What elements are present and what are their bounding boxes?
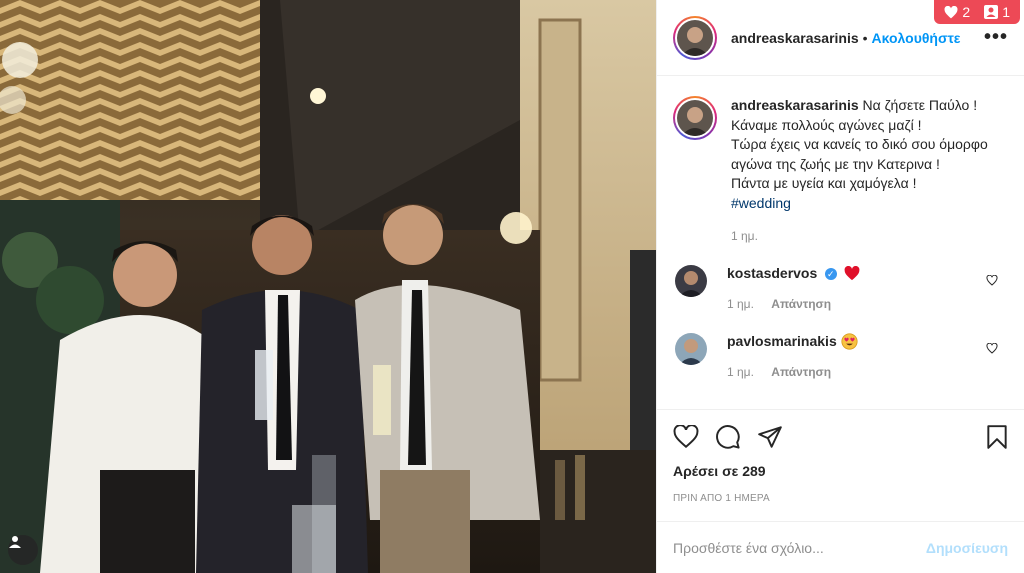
comment-button[interactable] [715, 424, 741, 450]
reply-button[interactable]: Απάντηση [771, 297, 831, 311]
person-icon [984, 5, 999, 19]
follow-notification-count: 1 [1002, 4, 1010, 20]
comment-meta: 1 ημ. Απάντηση [727, 297, 860, 311]
comment-item: kostasdervos ✓ 1 ημ. Απάντηση [673, 265, 1008, 311]
post-date[interactable]: ΠΡΙΝ ΑΠΟ 1 ΗΜΕΡΑ [657, 485, 1024, 521]
save-button[interactable] [986, 424, 1008, 450]
comment-bubble-icon [716, 424, 740, 449]
caption-author-avatar[interactable] [673, 96, 717, 140]
author-avatar[interactable] [673, 15, 717, 60]
post-caption: andreaskarasarinis Να ζήσετε Παύλο ! Κάν… [673, 96, 1008, 243]
caption-meta: 1 ημ. [731, 229, 993, 243]
caption-line-4: Πάντα με υγεία και χαμόγελα ! [731, 175, 917, 191]
commenter-avatar[interactable] [675, 265, 707, 297]
profile-picture-icon [675, 265, 707, 297]
activity-notification[interactable]: 2 1 [934, 0, 1020, 24]
likes-notification-count: 2 [962, 4, 971, 20]
caption-line-2: Κάναμε πολλούς αγώνες μαζί ! [731, 116, 922, 133]
like-comment-heart-icon[interactable] [986, 275, 998, 286]
profile-picture-icon [677, 100, 713, 136]
follow-button[interactable]: Ακολουθήστε [872, 30, 961, 46]
caption-line-1: Να ζήσετε Παύλο ! [862, 97, 978, 113]
post-side-panel: 2 1 andreaskarasarinis • Ακολουθήστε •••… [656, 0, 1024, 573]
more-options-icon[interactable]: ••• [984, 26, 1008, 49]
tagged-people-button[interactable] [8, 535, 38, 565]
hashtag-link[interactable]: #wedding [731, 195, 791, 211]
comment-meta: 1 ημ. Απάντηση [727, 365, 858, 379]
commenter-avatar[interactable] [675, 333, 707, 365]
verified-badge-icon: ✓ [824, 267, 837, 280]
heart-icon [944, 5, 958, 18]
likes-count[interactable]: Αρέσει σε 289 [657, 463, 1024, 485]
caption-line-3: Τώρα έχεις να κανείς το δικό σου όμορφο … [731, 136, 988, 172]
like-comment-heart-icon[interactable] [986, 343, 998, 354]
commenter-username[interactable]: pavlosmarinakis [727, 333, 837, 349]
share-button[interactable] [757, 425, 783, 449]
author-username[interactable]: andreaskarasarinis [731, 30, 859, 46]
caption-username[interactable]: andreaskarasarinis [731, 97, 859, 113]
caption-text: andreaskarasarinis Να ζήσετε Παύλο ! Κάν… [731, 96, 993, 213]
post-comment-button[interactable]: Δημοσίευση [926, 540, 1008, 556]
post-photo[interactable] [0, 0, 656, 573]
reply-button[interactable]: Απάντηση [771, 365, 831, 379]
heart-outline-icon [673, 424, 699, 448]
commenter-username[interactable]: kostasdervos [727, 265, 817, 281]
red-heart-emoji-icon [844, 266, 860, 281]
profile-picture-icon [675, 333, 707, 365]
comment-item: pavlosmarinakis 1 ημ. Απάντηση [673, 333, 1008, 379]
comment-input[interactable] [673, 539, 926, 556]
bookmark-icon [987, 424, 1007, 449]
paper-plane-icon [758, 425, 782, 448]
caption-time[interactable]: 1 ημ. [731, 229, 758, 243]
add-comment-bar: Δημοσίευση [657, 521, 1024, 573]
photo-illustration [0, 0, 656, 573]
separator-dot: • [862, 29, 868, 46]
user-icon [9, 536, 21, 548]
comment-time[interactable]: 1 ημ. [727, 297, 754, 311]
comments-section[interactable]: andreaskarasarinis Να ζήσετε Παύλο ! Κάν… [657, 76, 1024, 409]
heart-eyes-emoji-icon [841, 333, 858, 350]
comment-time[interactable]: 1 ημ. [727, 365, 754, 379]
like-button[interactable] [673, 424, 699, 449]
post-actions-bar [657, 409, 1024, 463]
profile-picture-icon [677, 19, 713, 56]
instagram-post-modal: 2 1 andreaskarasarinis • Ακολουθήστε •••… [0, 0, 1024, 573]
